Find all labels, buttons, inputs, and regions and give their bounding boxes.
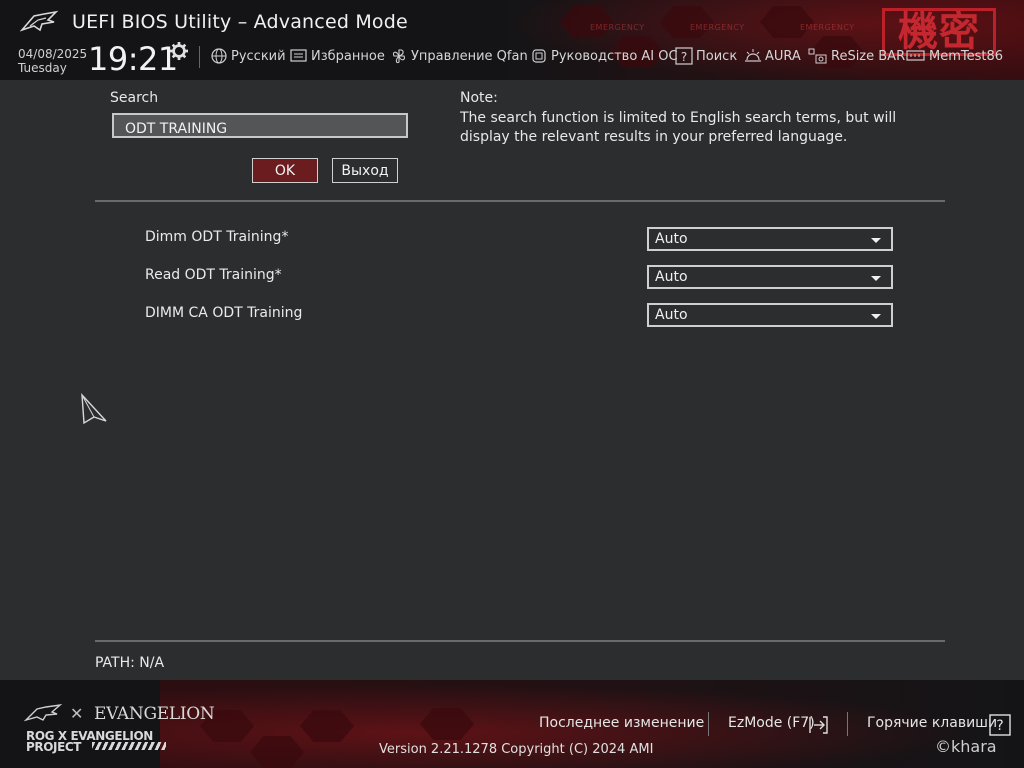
nav-memtest-label: MemTest86	[929, 48, 1004, 64]
evangelion-logo-text: EVANGELION	[94, 704, 215, 724]
svg-text:?: ?	[996, 718, 1003, 734]
nav-search[interactable]: ? Поиск	[675, 46, 737, 66]
mouse-cursor-icon	[81, 393, 107, 425]
chevron-down-icon	[871, 314, 881, 319]
fan-icon	[392, 49, 405, 64]
nav-ai-oc[interactable]: Руководство AI OC	[530, 46, 678, 66]
nav-qfan[interactable]: Управление Qfan	[390, 46, 528, 66]
path-display: PATH: N/A	[95, 655, 165, 671]
ezmode-link[interactable]: EzMode (F7)	[728, 715, 815, 731]
hex-label: EMERGENCY	[590, 23, 645, 32]
header-separator	[199, 46, 200, 68]
ezmode-label: EzMode (F7)	[728, 715, 815, 731]
ok-button[interactable]: OK	[252, 158, 318, 183]
khara-copyright: ©khara	[935, 737, 997, 756]
favorites-icon	[290, 49, 307, 62]
last-change-link[interactable]: Последнее изменение	[539, 715, 704, 731]
divider-bottom	[95, 640, 945, 642]
aura-icon	[745, 49, 761, 62]
dropdown-dimm-ca-odt[interactable]: Auto	[647, 303, 893, 327]
nav-favorites[interactable]: Избранное	[290, 46, 385, 66]
main-content	[0, 80, 1024, 680]
dropdown-dimm-odt[interactable]: Auto	[647, 227, 893, 251]
svg-text:?: ?	[681, 50, 687, 64]
dropdown-value: Auto	[655, 307, 688, 323]
dropdown-read-odt[interactable]: Auto	[647, 265, 893, 289]
globe-icon	[211, 48, 227, 64]
nav-qfan-label: Управление Qfan	[411, 48, 528, 64]
clock-display[interactable]: 19:21	[88, 40, 178, 78]
result-label-dimm-odt[interactable]: Dimm ODT Training*	[145, 229, 288, 245]
chevron-down-icon	[871, 238, 881, 243]
version-text: Version 2.21.1278 Copyright (C) 2024 AMI	[379, 742, 654, 757]
note-text: The search function is limited to Englis…	[460, 110, 897, 145]
exit-button[interactable]: Выход	[332, 158, 398, 183]
nav-language[interactable]: Русский	[210, 46, 286, 66]
rog-logo-icon	[20, 10, 59, 32]
nav-resize-bar[interactable]: ReSize BAR	[808, 46, 905, 66]
nav-aura[interactable]: AURA	[744, 46, 801, 66]
footer-separator	[708, 712, 709, 736]
date-display: 04/08/2025	[18, 47, 88, 61]
bios-screen: EMERGENCY EMERGENCY EMERGENCY UEFI BIOS …	[0, 0, 1024, 768]
note-title: Note:	[460, 90, 498, 106]
nav-aura-label: AURA	[765, 48, 801, 64]
resize-bar-icon	[808, 48, 827, 64]
nav-resize-bar-label: ReSize BAR	[831, 48, 906, 64]
nav-ai-oc-label: Руководство AI OC	[551, 48, 678, 64]
dropdown-value: Auto	[655, 231, 688, 247]
header-bar: EMERGENCY EMERGENCY EMERGENCY UEFI BIOS …	[0, 0, 1024, 80]
nav-language-label: Русский	[231, 48, 286, 64]
logo-stripes	[92, 742, 166, 750]
divider-top	[95, 200, 945, 202]
footer-separator	[847, 712, 848, 736]
gear-icon[interactable]	[170, 42, 188, 60]
rog-logo-icon	[24, 703, 63, 722]
search-input[interactable]	[112, 113, 408, 138]
chevron-down-icon	[871, 276, 881, 281]
exit-to-ezmode-icon[interactable]	[809, 716, 829, 734]
collab-x-mark: ✕	[70, 704, 84, 723]
search-label: Search	[110, 90, 159, 106]
result-label-dimm-ca-odt[interactable]: DIMM CA ODT Training	[145, 305, 302, 321]
result-label-read-odt[interactable]: Read ODT Training*	[145, 267, 282, 283]
nav-memtest[interactable]: MemTest86	[906, 46, 1003, 66]
question-icon: ?	[675, 47, 693, 65]
nav-favorites-label: Избранное	[311, 48, 385, 64]
memory-icon	[906, 50, 925, 61]
nav-search-label: Поиск	[696, 48, 738, 64]
hotkeys-link[interactable]: Горячие клавиши	[867, 715, 997, 731]
dropdown-value: Auto	[655, 269, 688, 285]
ai-chip-icon	[532, 49, 546, 63]
question-icon[interactable]: ?	[989, 714, 1011, 736]
hex-label: EMERGENCY	[690, 23, 745, 32]
weekday-display: Tuesday	[18, 61, 67, 75]
app-title: UEFI BIOS Utility – Advanced Mode	[72, 11, 408, 33]
hex-label: EMERGENCY	[800, 23, 855, 32]
